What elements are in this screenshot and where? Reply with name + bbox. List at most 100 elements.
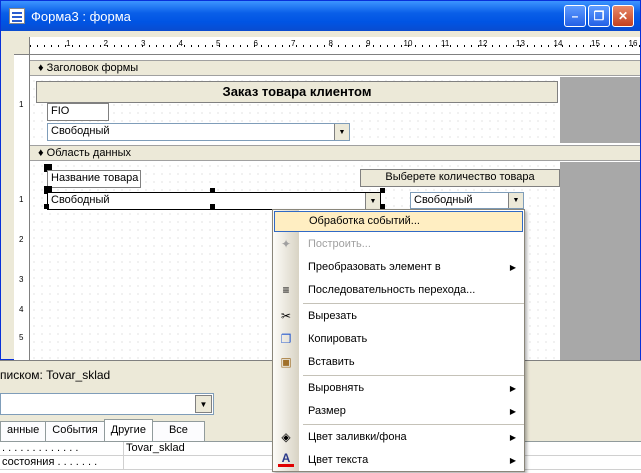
tab-data[interactable]: анные: [0, 421, 47, 441]
ruler-v-mark: 1: [19, 195, 24, 204]
chevron-down-icon[interactable]: ▼: [365, 193, 380, 209]
menu-item-label: Копировать: [308, 333, 368, 345]
submenu-arrow-icon: ▶: [509, 433, 516, 442]
quantity-combo-value: Свободный: [414, 194, 473, 206]
menu-item-size[interactable]: Размер ▶: [273, 400, 524, 423]
menu-separator: [303, 424, 524, 425]
fio-label[interactable]: FIO: [47, 103, 109, 121]
ruler-h-mark: 14: [553, 39, 563, 48]
property-tabs: анные События Другие Все: [0, 419, 205, 441]
property-name: . . . . . . . . . . . . .: [0, 442, 124, 455]
fio-combo[interactable]: Свободный ▼: [47, 123, 350, 141]
restore-button[interactable]: ❐: [588, 5, 610, 27]
menu-item-copy[interactable]: ❐ Копировать: [273, 328, 524, 351]
menu-item-label: Размер: [308, 405, 346, 417]
resize-handle[interactable]: [44, 204, 49, 209]
section-data-label: Область данных: [46, 147, 131, 159]
scissors-icon: ✂: [280, 309, 292, 323]
data-empty-area: [560, 162, 640, 361]
window-titlebar[interactable]: Форма3 : форма – ❐ ✕: [1, 1, 640, 31]
ruler-h-mark: 8: [328, 39, 333, 48]
menu-item-font-color[interactable]: A Цвет текста ▶: [273, 449, 524, 472]
object-selector-combo[interactable]: ▼: [0, 393, 214, 415]
tab-other[interactable]: Другие: [103, 419, 153, 441]
menu-item-build[interactable]: ✦ Построить...: [273, 233, 524, 256]
menu-item-label: Обработка событий...: [309, 215, 420, 227]
resize-handle[interactable]: [210, 204, 215, 209]
form-selector[interactable]: [14, 37, 30, 55]
horizontal-ruler: 1 2 3 4 5 6 7 8 9 10 11 12 13 14 15 16: [30, 37, 640, 55]
property-name: состояния . . . . . . .: [0, 456, 124, 469]
tab-events[interactable]: События: [45, 421, 105, 441]
ruler-h-mark: 12: [478, 39, 488, 48]
resize-handle[interactable]: [210, 188, 215, 193]
font-color-icon: A: [278, 452, 294, 467]
ruler-v-mark: 5: [19, 333, 24, 342]
chevron-down-icon[interactable]: ▼: [508, 193, 523, 208]
window-title: Форма3 : форма: [31, 8, 131, 24]
ruler-h-mark: 7: [291, 39, 296, 48]
tab-all[interactable]: Все: [151, 421, 205, 441]
property-value[interactable]: Tovar_sklad: [124, 442, 185, 455]
menu-item-label: Последовательность перехода...: [308, 284, 476, 296]
ruler-h-mark: 11: [441, 39, 450, 48]
copy-icon: ❐: [280, 332, 292, 346]
menu-item-tab-order[interactable]: ≡ Последовательность перехода...: [273, 279, 524, 302]
property-value[interactable]: [124, 456, 126, 469]
menu-separator: [303, 375, 524, 376]
product-name-label[interactable]: Название товара: [47, 170, 141, 188]
chevron-down-icon[interactable]: ▼: [195, 395, 212, 413]
ruler-h-mark: 1: [66, 39, 71, 48]
ruler-h-mark: 13: [516, 39, 525, 48]
submenu-arrow-icon: ▶: [509, 263, 516, 272]
ruler-h-mark: 15: [591, 39, 600, 48]
fio-combo-value: Свободный: [51, 125, 110, 137]
ruler-h-mark: 4: [178, 39, 183, 48]
menu-item-label: Вырезать: [308, 310, 357, 322]
ruler-h-mark: 2: [103, 39, 108, 48]
ruler-h-mark: 9: [366, 39, 371, 48]
menu-item-align[interactable]: Выровнять ▶: [273, 377, 524, 400]
section-data-bar[interactable]: ♦ Область данных: [30, 145, 640, 161]
ruler-h-mark: 3: [141, 39, 146, 48]
form-title-label[interactable]: Заказ товара клиентом: [36, 81, 558, 103]
menu-item-label: Вставить: [308, 356, 355, 368]
menu-separator: [303, 303, 524, 304]
vertical-ruler: 1 1 2 3 4 5: [14, 55, 30, 361]
tab-order-icon: ≡: [282, 283, 290, 297]
menu-item-label: Построить...: [308, 238, 371, 250]
ruler-h-mark: 6: [253, 39, 258, 48]
header-empty-area: [560, 77, 640, 143]
ruler-v-mark: 3: [19, 275, 24, 284]
menu-item-paste[interactable]: ▣ Вставить: [273, 351, 524, 374]
ruler-v-mark: 1: [19, 100, 24, 109]
menu-item-cut[interactable]: ✂ Вырезать: [273, 305, 524, 328]
minimize-button[interactable]: –: [564, 5, 586, 27]
form-icon: [9, 8, 25, 24]
submenu-arrow-icon: ▶: [509, 407, 516, 416]
menu-item-label: Преобразовать элемент в: [308, 261, 441, 273]
menu-item-label: Выровнять: [308, 382, 365, 394]
product-name-combo-value: Свободный: [51, 194, 110, 206]
quantity-label[interactable]: Выберете количество товара: [360, 169, 560, 187]
section-header-bar[interactable]: ♦ Заголовок формы: [30, 60, 640, 76]
context-menu: Обработка событий... ✦ Построить... Прео…: [272, 209, 525, 472]
menu-item-label: Цвет заливки/фона: [308, 431, 407, 443]
chevron-down-icon[interactable]: ▼: [334, 124, 349, 140]
menu-item-fill-color[interactable]: ◈ Цвет заливки/фона ▶: [273, 426, 524, 449]
ruler-v-mark: 4: [19, 305, 24, 314]
menu-item-change-to[interactable]: Преобразовать элемент в ▶: [273, 256, 524, 279]
ruler-h-mark: 16: [628, 39, 638, 48]
resize-handle[interactable]: [380, 188, 385, 193]
build-icon: ✦: [280, 237, 292, 251]
menu-item-event-builder[interactable]: Обработка событий...: [274, 211, 523, 232]
ruler-v-mark: 2: [19, 235, 24, 244]
ruler-h-mark: 10: [403, 39, 413, 48]
submenu-arrow-icon: ▶: [509, 456, 516, 465]
close-button[interactable]: ✕: [612, 5, 634, 27]
menu-item-label: Цвет текста: [308, 454, 369, 466]
paste-icon: ▣: [280, 355, 292, 369]
submenu-arrow-icon: ▶: [509, 384, 516, 393]
ruler-h-mark: 5: [216, 39, 221, 48]
quantity-combo[interactable]: Свободный ▼: [410, 192, 524, 209]
